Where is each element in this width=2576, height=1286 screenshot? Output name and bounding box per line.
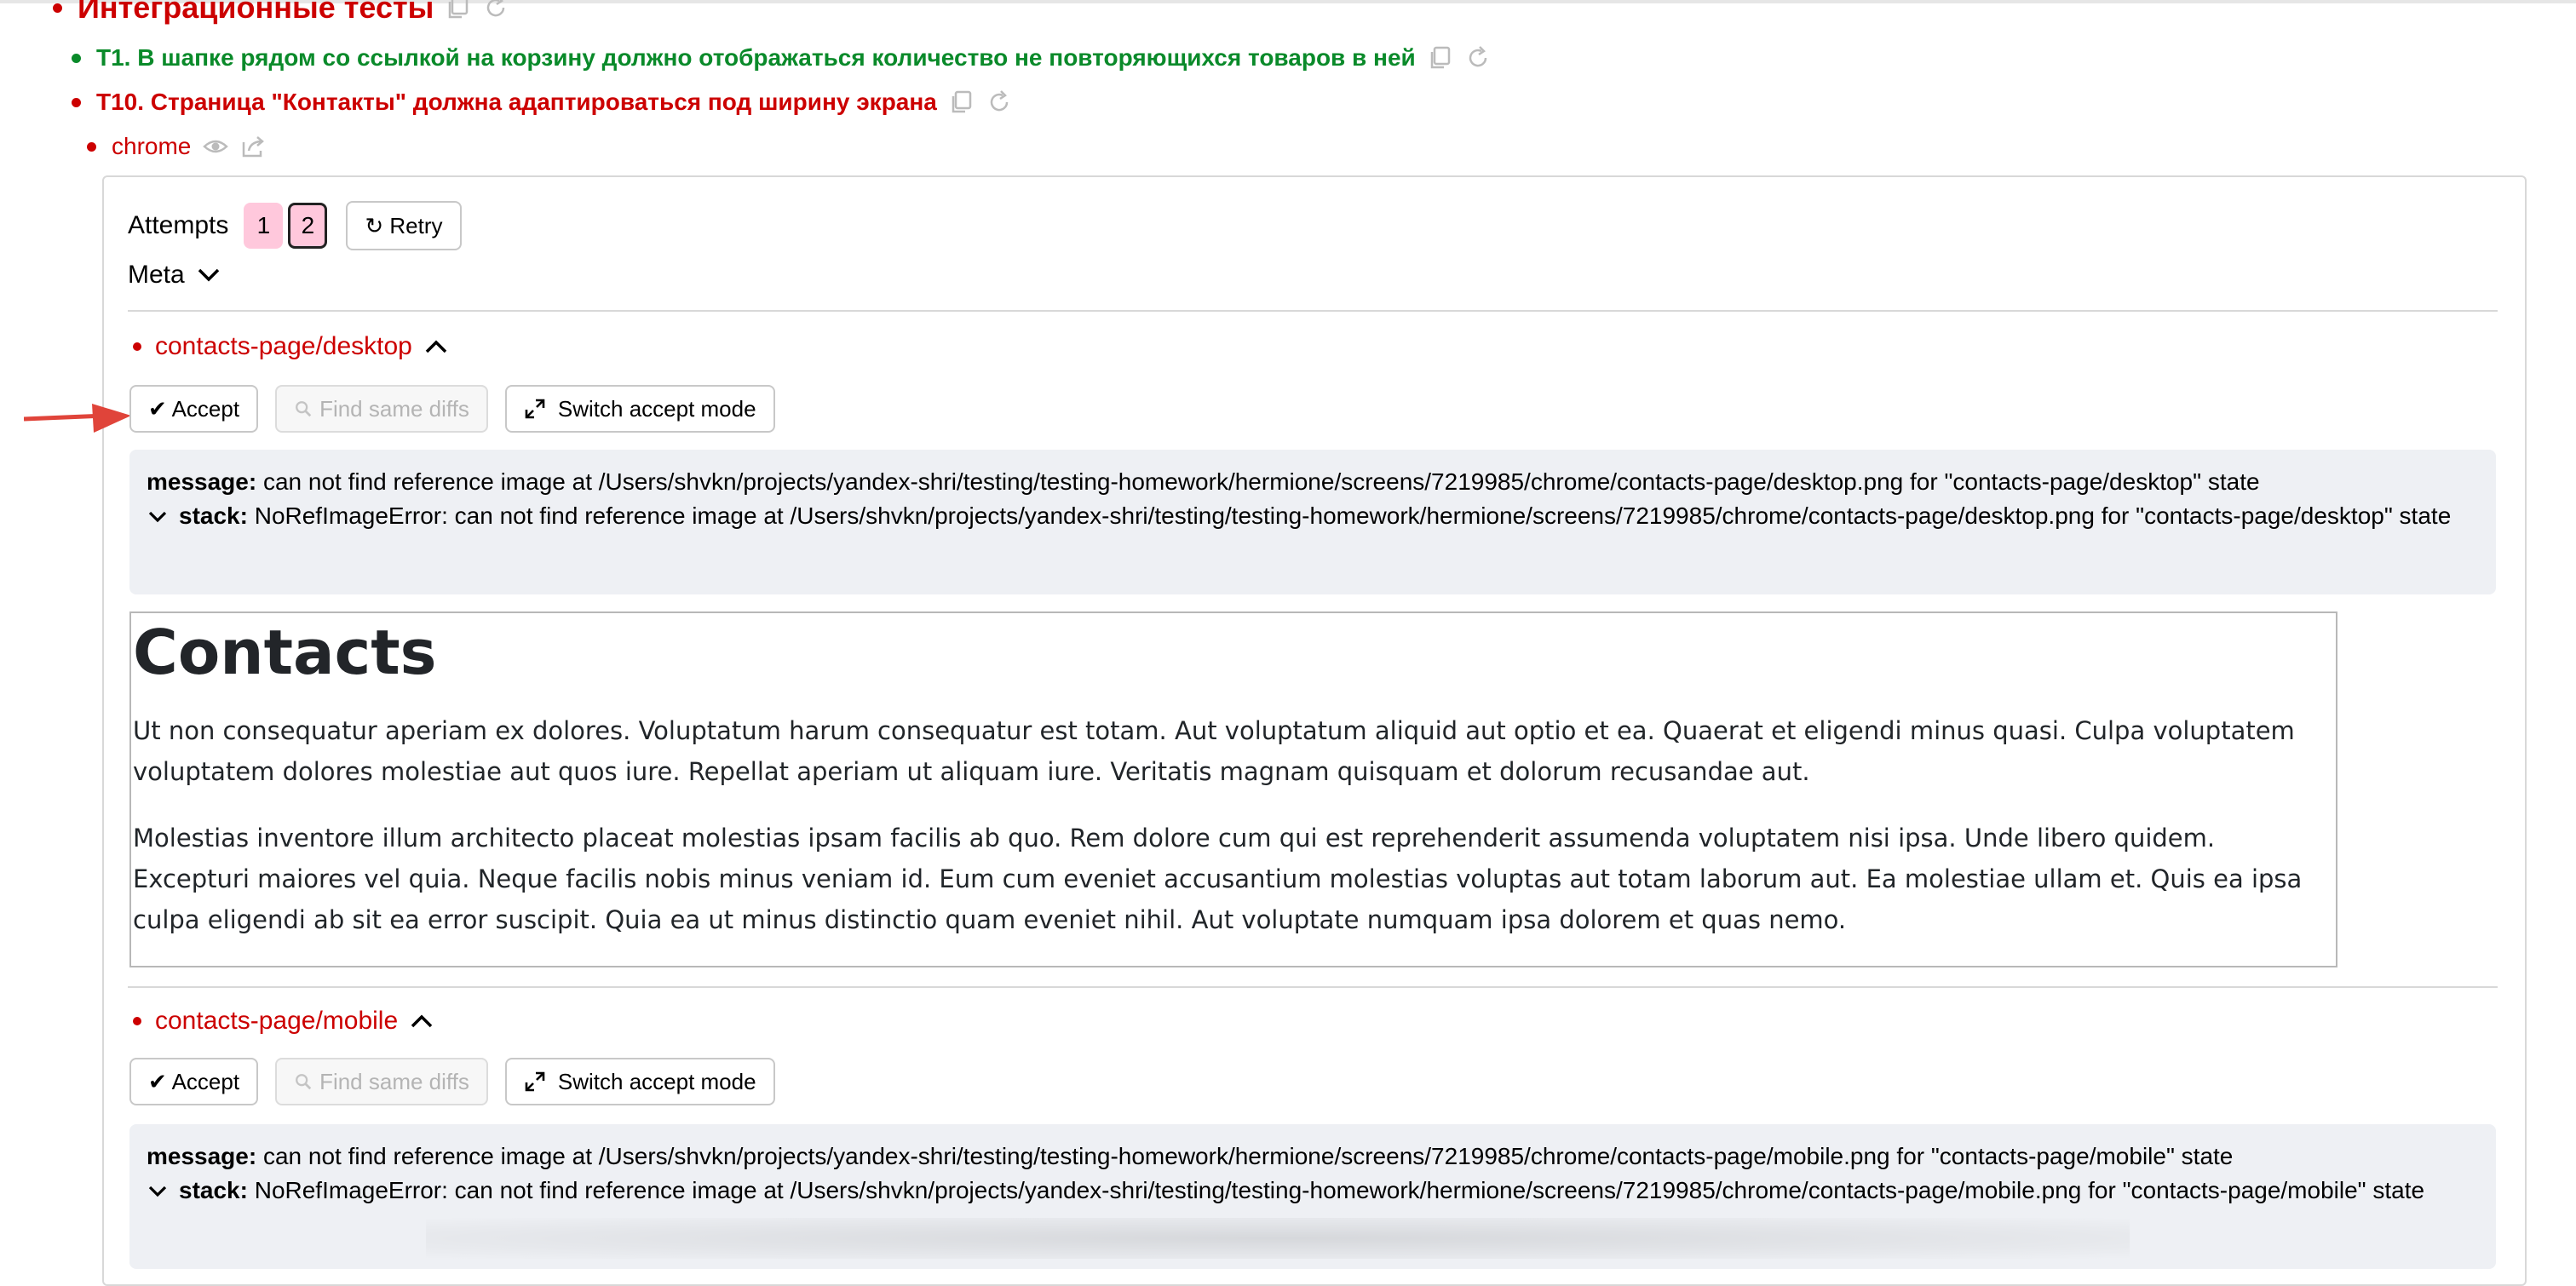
meta-label: Meta: [128, 261, 185, 289]
attempts-bar: Attempts 1 2 ↻ Retry: [128, 201, 462, 250]
find-same-diffs-label: Find same diffs: [319, 395, 469, 422]
chevron-down-icon: [148, 1186, 167, 1197]
eye-icon[interactable]: [203, 134, 229, 159]
message-text: can not find reference image at /Users/s…: [262, 1143, 2234, 1169]
attempt-tab-2[interactable]: 2: [288, 203, 328, 249]
error-message: message: can not find reference image at…: [147, 465, 2479, 499]
copy-icon[interactable]: [446, 0, 471, 20]
switch-accept-mode-button[interactable]: Switch accept mode: [504, 1058, 775, 1105]
meta-toggle[interactable]: Meta: [128, 261, 221, 290]
attempts-label: Attempts: [128, 211, 229, 239]
state-header-desktop[interactable]: contacts-page/desktop: [133, 332, 448, 361]
switch-accept-mode-label: Switch accept mode: [557, 395, 756, 422]
screenshot-paragraph-1: Ut non consequatur aperiam ex dolores. V…: [133, 716, 2295, 786]
copy-icon[interactable]: [949, 89, 975, 115]
suite-row[interactable]: Интеграционные тесты: [53, 0, 509, 26]
switch-accept-mode-button[interactable]: Switch accept mode: [504, 385, 775, 433]
fail-status-dot: [133, 342, 141, 351]
retry-button[interactable]: ↻ Retry: [346, 201, 462, 250]
chevron-down-icon: [198, 268, 219, 282]
switch-accept-mode-label: Switch accept mode: [557, 1068, 756, 1094]
find-same-diffs-button[interactable]: Find same diffs: [275, 1058, 488, 1105]
message-key: message:: [147, 1143, 257, 1169]
error-stack[interactable]: stack: NoRefImageError: can not find ref…: [147, 499, 2479, 533]
fail-status-dot: [87, 141, 96, 152]
test-title-t10[interactable]: Т10. Страница "Контакты" должна адаптиро…: [96, 89, 937, 116]
find-same-diffs-button[interactable]: Find same diffs: [275, 385, 488, 433]
suite-title[interactable]: Интеграционные тесты: [78, 0, 434, 26]
fail-status-dot: [72, 97, 81, 107]
divider: [128, 310, 2498, 312]
divider: [128, 986, 2498, 988]
fail-status-dot: [133, 1017, 141, 1025]
state-name[interactable]: contacts-page/desktop: [155, 332, 412, 361]
state-actions-mobile: ✔ Accept Find same diffs Switch accept m…: [129, 1058, 775, 1105]
chevron-up-icon: [425, 340, 447, 353]
retry-icon[interactable]: [1465, 45, 1491, 71]
search-icon: [296, 401, 312, 417]
success-status-dot: [72, 53, 81, 63]
stack-text: NoRefImageError: can not find reference …: [254, 502, 2452, 529]
scroll-shadow: [426, 1218, 2130, 1259]
error-stack[interactable]: stack: NoRefImageError: can not find ref…: [147, 1174, 2479, 1208]
state-name[interactable]: contacts-page/mobile: [155, 1007, 398, 1036]
expand-icon: [525, 399, 545, 419]
arrow-icon: [24, 404, 131, 433]
retry-icon[interactable]: [483, 0, 509, 20]
test-title-t1[interactable]: Т1. В шапке рядом со ссылкой на корзину …: [96, 44, 1416, 72]
state-header-mobile[interactable]: contacts-page/mobile: [133, 1007, 434, 1036]
search-icon: [296, 1074, 312, 1090]
state-actions-desktop: ✔ Accept Find same diffs Switch accept m…: [129, 385, 775, 433]
message-text: can not find reference image at /Users/s…: [262, 468, 2260, 495]
accept-button[interactable]: ✔ Accept: [129, 385, 259, 433]
attempt-tab-1[interactable]: 1: [244, 203, 284, 249]
message-key: message:: [147, 468, 257, 495]
stack-key: stack:: [179, 502, 248, 529]
accept-button[interactable]: ✔ Accept: [129, 1058, 259, 1105]
test-row-t10[interactable]: Т10. Страница "Контакты" должна адаптиро…: [72, 89, 1012, 116]
chevron-down-icon: [148, 511, 167, 523]
share-icon[interactable]: [240, 134, 266, 159]
find-same-diffs-label: Find same diffs: [319, 1068, 469, 1094]
test-row-t1[interactable]: Т1. В шапке рядом со ссылкой на корзину …: [72, 44, 1491, 72]
screenshot-title: Contacts: [133, 617, 437, 688]
browser-row[interactable]: chrome: [87, 133, 266, 160]
expand-icon: [525, 1071, 545, 1092]
browser-name[interactable]: chrome: [112, 133, 191, 160]
fail-status-dot: [53, 3, 62, 13]
copy-icon[interactable]: [1428, 45, 1453, 71]
stack-key: stack:: [179, 1177, 248, 1203]
error-message: message: can not find reference image at…: [147, 1140, 2479, 1174]
error-details-desktop: message: can not find reference image at…: [129, 450, 2496, 594]
retry-icon[interactable]: [986, 89, 1012, 115]
chevron-up-icon: [411, 1014, 433, 1028]
stack-text: NoRefImageError: can not find reference …: [254, 1177, 2425, 1203]
screenshot-paragraph-2: Molestias inventore illum architecto pla…: [133, 824, 2303, 934]
screenshot-image: Contacts Ut non consequatur aperiam ex d…: [129, 611, 2337, 967]
